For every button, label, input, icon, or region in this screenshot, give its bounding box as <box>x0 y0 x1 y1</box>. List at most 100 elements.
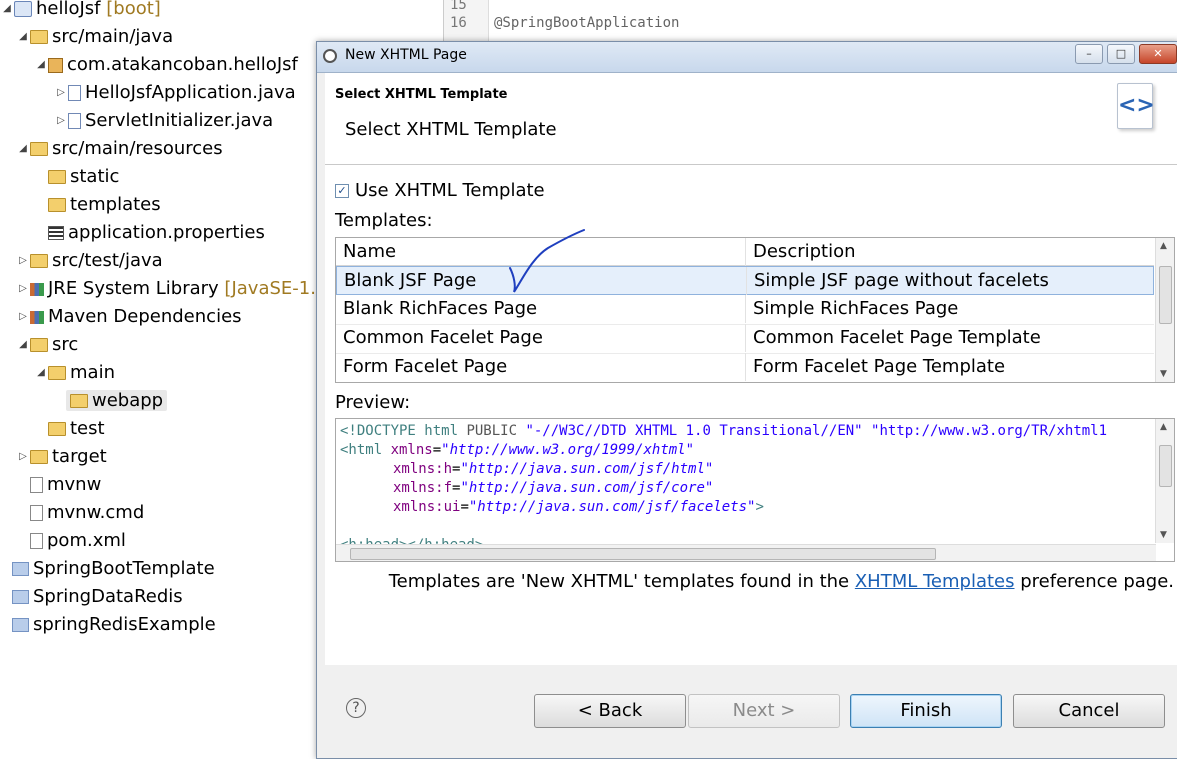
table-row[interactable]: Blank JSF Page Simple JSF page without f… <box>336 266 1154 295</box>
collapse-arrow-icon[interactable]: ◢ <box>0 0 14 22</box>
wizard-body: ✓ Use XHTML Template Templates: Name Des… <box>325 165 1177 665</box>
table-row[interactable]: Common Facelet Page Common Facelet Page … <box>336 324 1154 354</box>
tree-item-templates[interactable]: templates <box>48 192 161 218</box>
close-button[interactable]: ✕ <box>1139 44 1177 64</box>
use-template-checkbox-row[interactable]: ✓ Use XHTML Template <box>335 180 545 201</box>
preview-line: <!DOCTYPE html PUBLIC "-//W3C//DTD XHTML… <box>340 423 1108 439</box>
preview-vertical-scrollbar[interactable]: ▲ ▼ <box>1155 419 1174 543</box>
tree-item-webapp[interactable]: webapp <box>66 388 168 414</box>
scroll-down-icon[interactable]: ▼ <box>1160 530 1167 540</box>
table-header: Name Description <box>336 238 1154 266</box>
folder-icon <box>30 338 48 352</box>
table-row[interactable]: Form Facelet Page Form Facelet Page Temp… <box>336 353 1154 382</box>
collapse-arrow-icon[interactable]: ◢ <box>34 52 48 78</box>
tree-item-mvnw[interactable]: mvnw <box>30 472 101 498</box>
maven-file-icon <box>30 533 43 549</box>
project-icon <box>12 562 29 576</box>
template-description: Form Facelet Page Template <box>753 356 1006 377</box>
templates-label: Templates: <box>335 210 433 231</box>
tree-item-jre-library[interactable]: ▷ JRE System Library [JavaSE-1.8] <box>16 276 334 302</box>
tree-item-springredisexample[interactable]: springRedisExample <box>12 612 216 638</box>
use-template-label: Use XHTML Template <box>355 180 545 201</box>
tree-item-servletinitializer[interactable]: ▷ ServletInitializer.java <box>54 108 273 134</box>
scroll-up-icon[interactable]: ▲ <box>1160 422 1167 432</box>
wizard-button-bar: ? < Back Next > Finish Cancel <box>317 666 1177 758</box>
scroll-up-icon[interactable]: ▲ <box>1160 241 1167 251</box>
minimize-button[interactable]: – <box>1075 44 1103 64</box>
tree-item-main[interactable]: ◢ main <box>34 360 115 386</box>
xhtml-templates-link[interactable]: XHTML Templates <box>855 571 1015 592</box>
project-icon <box>14 1 32 17</box>
tree-item-target[interactable]: ▷ target <box>16 444 107 470</box>
scrollbar-thumb[interactable] <box>1159 445 1172 487</box>
preview-line: xmlns:f="http://java.sun.com/jsf/core" <box>393 480 714 496</box>
preview-label: Preview: <box>335 392 411 413</box>
code-line: @SpringBootApplication <box>494 15 680 31</box>
preview-line: xmlns:h="http://java.sun.com/jsf/html" <box>393 461 714 477</box>
tree-item-springboottemplate[interactable]: SpringBootTemplate <box>12 556 215 582</box>
tree-item-src-main-resources[interactable]: ◢ src/main/resources <box>16 136 222 162</box>
tree-item-static[interactable]: static <box>48 164 119 190</box>
tree-item-src-main-java[interactable]: ◢ src/main/java <box>16 24 173 50</box>
dialog-title: New XHTML Page <box>345 47 467 63</box>
folder-icon <box>48 170 66 184</box>
use-template-checkbox[interactable]: ✓ <box>335 183 349 198</box>
scroll-down-icon[interactable]: ▼ <box>1160 369 1167 379</box>
preview-horizontal-scrollbar[interactable] <box>336 544 1156 561</box>
collapse-arrow-icon[interactable]: ◢ <box>16 332 30 358</box>
collapse-arrow-icon[interactable]: ◢ <box>16 24 30 50</box>
templates-table[interactable]: Name Description Blank JSF Page Simple J… <box>335 237 1175 383</box>
tree-item-pom-xml[interactable]: pom.xml <box>30 528 126 554</box>
folder-icon <box>48 422 66 436</box>
template-description: Simple JSF page without facelets <box>754 270 1049 291</box>
tree-item-maven-dependencies[interactable]: ▷ Maven Dependencies <box>16 304 241 330</box>
line-number: 15 <box>450 0 467 13</box>
back-button[interactable]: < Back <box>534 694 686 728</box>
dialog-titlebar[interactable]: New XHTML Page – □ ✕ <box>317 42 1177 73</box>
xhtml-file-icon: <> <box>1117 83 1155 129</box>
library-icon <box>30 310 44 324</box>
folder-icon <box>30 450 48 464</box>
scrollbar-thumb[interactable] <box>350 548 936 560</box>
collapse-arrow-icon[interactable]: ◢ <box>16 136 30 162</box>
finish-button[interactable]: Finish <box>850 694 1002 728</box>
project-icon <box>12 618 29 632</box>
cancel-button[interactable]: Cancel <box>1013 694 1165 728</box>
project-icon <box>12 590 29 604</box>
folder-icon <box>48 366 66 380</box>
template-preview[interactable]: <!DOCTYPE html PUBLIC "-//W3C//DTD XHTML… <box>335 418 1175 562</box>
template-name: Common Facelet Page <box>336 324 746 352</box>
maximize-button[interactable]: □ <box>1107 44 1135 64</box>
tree-item-hellojsfapplication[interactable]: ▷ HelloJsfApplication.java <box>54 80 296 106</box>
collapse-arrow-icon[interactable]: ◢ <box>34 360 48 386</box>
tree-item-test[interactable]: test <box>48 416 105 442</box>
expand-arrow-icon[interactable]: ▷ <box>54 80 68 106</box>
table-row[interactable]: Blank RichFaces Page Simple RichFaces Pa… <box>336 295 1154 325</box>
tree-item-hellojsf[interactable]: ◢ helloJsf [boot] <box>0 0 161 22</box>
help-icon[interactable]: ? <box>346 698 366 718</box>
wizard-page-title: Select XHTML Template <box>335 87 508 102</box>
expand-arrow-icon[interactable]: ▷ <box>16 304 30 330</box>
next-button[interactable]: Next > <box>688 694 840 728</box>
templates-vertical-scrollbar[interactable]: ▲ ▼ <box>1155 238 1174 382</box>
tree-item-springdataredis[interactable]: SpringDataRedis <box>12 584 183 610</box>
expand-arrow-icon[interactable]: ▷ <box>16 444 30 470</box>
tree-item-mvnw-cmd[interactable]: mvnw.cmd <box>30 500 144 526</box>
line-number: 16 <box>450 15 467 31</box>
scrollbar-thumb[interactable] <box>1159 266 1172 324</box>
java-file-icon <box>68 113 81 129</box>
file-icon <box>30 477 43 493</box>
tree-item-src[interactable]: ◢ src <box>16 332 78 358</box>
java-file-icon <box>68 85 81 101</box>
template-name: Blank RichFaces Page <box>336 295 746 323</box>
tree-item-application-properties[interactable]: application.properties <box>48 220 265 246</box>
template-description: Common Facelet Page Template <box>753 327 1041 348</box>
expand-arrow-icon[interactable]: ▷ <box>16 248 30 274</box>
column-header-description[interactable]: Description <box>746 238 1154 266</box>
tree-item-src-test-java[interactable]: ▷ src/test/java <box>16 248 163 274</box>
tree-item-package[interactable]: ◢ com.atakancoban.helloJsf <box>34 52 298 78</box>
package-icon <box>48 57 63 73</box>
source-folder-icon <box>30 30 48 44</box>
expand-arrow-icon[interactable]: ▷ <box>16 276 30 302</box>
expand-arrow-icon[interactable]: ▷ <box>54 108 68 134</box>
